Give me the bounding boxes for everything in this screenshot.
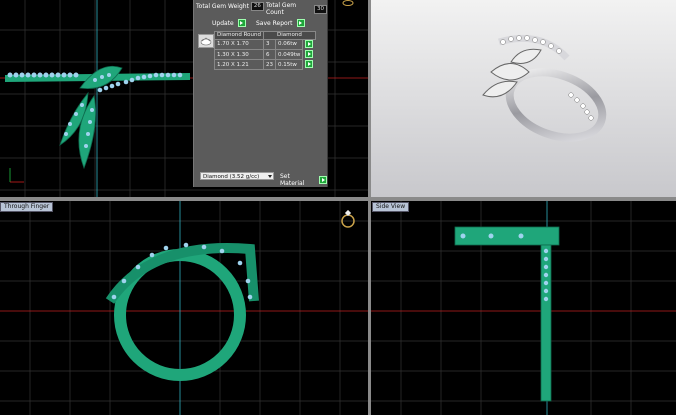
update-label: Update — [212, 19, 234, 27]
gem-weight: 0.049tw — [274, 49, 304, 60]
go-arrow-icon[interactable] — [319, 176, 327, 184]
viewport-divider-vertical[interactable] — [368, 0, 371, 415]
gem-size: 1.20 X 1.21 — [214, 59, 264, 70]
side-view-canvas — [371, 201, 676, 415]
ring-render — [482, 34, 607, 142]
gem-count: 3 — [262, 38, 276, 50]
set-material-button[interactable]: Set Material — [280, 173, 327, 187]
front-viewport[interactable]: Through Finger — [0, 201, 368, 415]
gem-report-panel: Total Gem Weight 26 Total Gem Count 30 U… — [193, 0, 328, 187]
ring-icon[interactable] — [340, 207, 356, 231]
select-arrow-icon[interactable] — [268, 175, 272, 178]
render-viewport[interactable] — [371, 0, 676, 197]
go-arrow-icon[interactable] — [305, 39, 314, 48]
total-gem-weight-label: Total Gem Weight — [196, 3, 249, 10]
viewport-label[interactable]: Through Finger — [0, 202, 54, 212]
viewport-divider-horizontal[interactable] — [0, 197, 676, 201]
table-row[interactable]: 1.30 X 1.30 6 0.049tw — [214, 49, 316, 60]
material-select[interactable]: Diamond (3.52 g/cc) — [200, 172, 274, 180]
go-arrow-icon[interactable] — [305, 49, 314, 58]
gem-size: 1.30 X 1.30 — [214, 49, 264, 60]
total-gem-count-label: Total Gem Count — [266, 2, 297, 16]
gem-weight: 0.06tw — [274, 38, 304, 50]
go-arrow-icon[interactable] — [296, 19, 305, 27]
go-arrow-icon[interactable] — [237, 19, 246, 27]
viewport-label[interactable]: Side View — [372, 202, 410, 212]
table-header: Diamond Round — [214, 31, 264, 40]
gem-count: 6 — [262, 49, 276, 60]
save-report-button[interactable]: Save Report — [256, 19, 305, 27]
save-report-label: Save Report — [256, 19, 293, 27]
side-viewport[interactable]: Side View — [371, 201, 676, 415]
table-row[interactable]: 1.70 X 1.70 3 0.06tw — [214, 38, 316, 50]
total-gem-count-field[interactable]: 30 — [314, 4, 327, 14]
update-button[interactable]: Update — [212, 19, 246, 27]
gem-count: 23 — [262, 59, 276, 70]
gem-thumbnail — [198, 34, 214, 48]
set-material-label: Set Material — [280, 173, 305, 187]
gem-size: 1.70 X 1.70 — [214, 38, 264, 50]
ring-icon[interactable] — [342, 0, 354, 7]
gem-weight: 0.15tw — [274, 59, 304, 70]
go-arrow-icon[interactable] — [305, 59, 314, 68]
total-gem-weight-field[interactable]: 26 — [250, 2, 264, 11]
material-select-value: Diamond (3.52 g/cc) — [203, 174, 260, 180]
front-view-canvas — [0, 201, 368, 415]
table-header: Diamond — [262, 31, 316, 40]
table-row[interactable]: 1.20 X 1.21 23 0.15tw — [214, 59, 316, 70]
gem-table: Diamond Round Diamond 1.70 X 1.70 3 0.06… — [214, 31, 316, 70]
